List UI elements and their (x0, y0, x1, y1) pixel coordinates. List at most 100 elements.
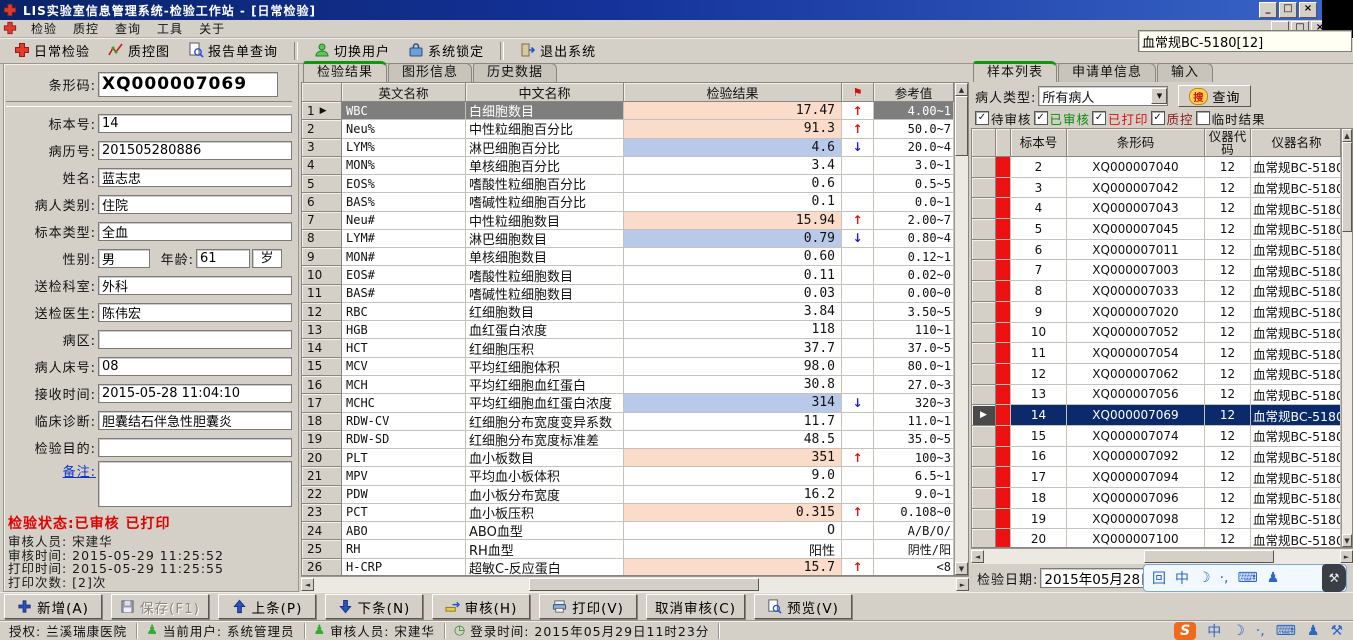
scroll-right-icon[interactable]: ► (1340, 550, 1353, 563)
device-channel-input[interactable] (1138, 30, 1352, 52)
samples-tab-1[interactable]: 申请单信息 (1058, 63, 1156, 82)
scroll-left-icon[interactable]: ◄ (301, 578, 314, 591)
results-tab-2[interactable]: 历史数据 (473, 63, 557, 82)
sample-row-2[interactable]: 2XQ00000704012血常规BC-5180 (972, 157, 1341, 178)
results-tab-1[interactable]: 图形信息 (388, 63, 472, 82)
patient-type-select[interactable]: 所有病人 ▼ (1038, 86, 1168, 106)
result-row-21[interactable]: 21MPV平均血小板体积9.06.5~1 (302, 467, 954, 485)
sample-row-16[interactable]: 16XQ00000709212血常规BC-5180 (972, 447, 1341, 468)
report-query-button[interactable]: 报告单查询 (180, 40, 286, 62)
results-hscrollbar[interactable]: ◄ ► (301, 576, 969, 592)
ime-status-tray[interactable]: S 中☽·,⌨♟⚒ (1174, 621, 1353, 640)
add-button[interactable]: 新增(A) (4, 594, 102, 619)
result-row-13[interactable]: 13HGB血红蛋白浓度118110~1 (302, 321, 954, 339)
menu-item-1[interactable]: 质控 (65, 21, 107, 37)
ime-status-icon-3[interactable]: ⌨ (1276, 623, 1296, 639)
scroll-down-icon[interactable]: ▼ (955, 562, 968, 575)
prev-record-button[interactable]: 上条(P) (218, 594, 316, 619)
result-row-16[interactable]: 16MCH平均红细胞血红蛋白30.827.0~3 (302, 376, 954, 394)
chevron-down-icon[interactable]: ▼ (1151, 88, 1167, 104)
patient-type-input[interactable] (98, 195, 292, 214)
sample-row-4[interactable]: 4XQ00000704312血常规BC-5180 (972, 198, 1341, 219)
result-row-19[interactable]: 19RDW-SD红细胞分布宽度标准差48.535.0~5 (302, 431, 954, 449)
sex-input[interactable] (98, 249, 150, 268)
age-input[interactable] (196, 249, 250, 268)
result-row-11[interactable]: 11BAS#嗜碱性粒细胞数目0.030.00~0 (302, 285, 954, 303)
menu-item-3[interactable]: 工具 (149, 21, 191, 37)
sample-row-11[interactable]: 11XQ00000705412血常规BC-5180 (972, 343, 1341, 364)
samples-tab-2[interactable]: 输入 (1157, 63, 1213, 82)
sample-row-19[interactable]: 19XQ00000709812血常规BC-5180 (972, 509, 1341, 530)
result-row-24[interactable]: 24ABOABO血型OA/B/O/ (302, 522, 954, 540)
save-button[interactable]: 保存(F1) (111, 594, 209, 619)
results-tab-0[interactable]: 检验结果 (303, 61, 387, 82)
daily-exam-button[interactable]: 日常检验 (6, 40, 98, 62)
print-button[interactable]: 打印(V) (539, 594, 637, 619)
ward-input[interactable] (98, 330, 292, 349)
ime-icon-2[interactable]: ☽ (1198, 570, 1211, 586)
result-row-26[interactable]: 26H-CRP超敏C-反应蛋白15.7↑<8 (302, 559, 954, 575)
ime-status-icon-2[interactable]: ·, (1256, 623, 1265, 639)
system-lock-button[interactable]: 系统锁定 (400, 40, 492, 62)
next-record-button[interactable]: 下条(N) (325, 594, 423, 619)
result-row-2[interactable]: 2Neu%中性粒细胞百分比91.3↑50.0~7 (302, 120, 954, 138)
sample-row-3[interactable]: 3XQ00000704212血常规BC-5180 (972, 178, 1341, 199)
restore-icon[interactable]: □ (1279, 2, 1297, 18)
result-row-4[interactable]: 4MON%单核细胞百分比3.43.0~1 (302, 157, 954, 175)
results-vscrollbar[interactable]: ▲ ▼ (954, 83, 968, 575)
sample-row-12[interactable]: 12XQ00000706212血常规BC-5180 (972, 364, 1341, 385)
result-row-1[interactable]: 1▶WBC白细胞数目17.47↑4.00~1 (302, 102, 954, 120)
result-row-18[interactable]: 18RDW-CV红细胞分布宽度变异系数11.711.0~1 (302, 413, 954, 431)
result-row-3[interactable]: 3LYM%淋巴细胞百分比4.6↓20.0~4 (302, 139, 954, 157)
samples-tab-0[interactable]: 样本列表 (973, 61, 1057, 82)
ime-status-icon-4[interactable]: ♟ (1307, 623, 1320, 639)
barcode-input[interactable] (98, 72, 278, 97)
result-row-10[interactable]: 10EOS#嗜酸性粒细胞数目0.110.02~0 (302, 266, 954, 284)
purpose-input[interactable] (98, 438, 292, 457)
bed-no-input[interactable] (98, 357, 292, 376)
remark-label[interactable]: 备注: (6, 461, 96, 480)
ime-status-icon-5[interactable]: ⚒ (1330, 623, 1343, 639)
ime-icon-3[interactable]: ·, (1220, 570, 1229, 586)
result-row-17[interactable]: 17MCHC平均红细胞血红蛋白浓度314↓320~3 (302, 394, 954, 412)
query-button[interactable]: 搜 查询 (1178, 85, 1251, 107)
sample-type-input[interactable] (98, 222, 292, 241)
sample-row-18[interactable]: 18XQ00000709612血常规BC-5180 (972, 488, 1341, 509)
remark-textarea[interactable] (98, 461, 292, 507)
scroll-left-icon[interactable]: ◄ (971, 550, 984, 563)
sample-row-9[interactable]: 9XQ00000702012血常规BC-5180 (972, 302, 1341, 323)
sample-row-14[interactable]: ▶14XQ00000706912血常规BC-5180 (972, 405, 1341, 426)
scroll-up-icon[interactable]: ▲ (1342, 129, 1352, 142)
sample-row-17[interactable]: 17XQ00000709412血常规BC-5180 (972, 467, 1341, 488)
menu-item-0[interactable]: 检验 (23, 21, 65, 37)
minimize-icon[interactable]: _ (1259, 2, 1277, 18)
cancel-audit-button[interactable]: 取消审核(C) (646, 594, 745, 619)
diagnosis-input[interactable] (98, 411, 292, 430)
filter-checkbox-3[interactable]: ✓ (1151, 111, 1165, 125)
menu-item-2[interactable]: 查询 (107, 21, 149, 37)
sample-row-15[interactable]: 15XQ00000707412血常规BC-5180 (972, 426, 1341, 447)
result-row-9[interactable]: 9MON#单核细胞数目0.600.12~1 (302, 248, 954, 266)
ime-floating-toolbar[interactable]: 回中☽·,⌨♟⚒ (1143, 564, 1347, 592)
sample-no-input[interactable] (98, 114, 292, 133)
result-row-20[interactable]: 20PLT血小板数目351↑100~3 (302, 449, 954, 467)
sample-row-20[interactable]: 20XQ00000710012血常规BC-5180 (972, 529, 1341, 547)
sample-row-10[interactable]: 10XQ00000705212血常规BC-5180 (972, 323, 1341, 344)
close-icon[interactable]: × (1299, 2, 1317, 18)
hscroll-thumb[interactable] (529, 578, 759, 591)
switch-user-button[interactable]: 切换用户 (306, 40, 398, 62)
filter-checkbox-0[interactable]: ✓ (975, 111, 989, 125)
filter-checkbox-4[interactable] (1196, 111, 1210, 125)
result-row-5[interactable]: 5EOS%嗜酸性粒细胞百分比0.60.5~5 (302, 175, 954, 193)
result-row-14[interactable]: 14HCT红细胞压积37.737.0~5 (302, 339, 954, 357)
result-row-25[interactable]: 25RHRH血型阳性阴性/阳 (302, 540, 954, 558)
ime-icon-1[interactable]: 中 (1175, 568, 1189, 588)
ime-status-icon-1[interactable]: ☽ (1232, 623, 1245, 639)
audit-button[interactable]: 审核(H) (432, 594, 530, 619)
ime-icon-0[interactable]: 回 (1152, 568, 1166, 588)
filter-checkbox-1[interactable]: ✓ (1034, 111, 1048, 125)
ime-icon-5[interactable]: ♟ (1267, 570, 1280, 586)
sample-row-5[interactable]: 5XQ00000704512血常规BC-5180 (972, 219, 1341, 240)
hscroll-thumb[interactable] (1144, 550, 1274, 563)
result-row-23[interactable]: 23PCT血小板压积0.315↑0.108~0 (302, 504, 954, 522)
